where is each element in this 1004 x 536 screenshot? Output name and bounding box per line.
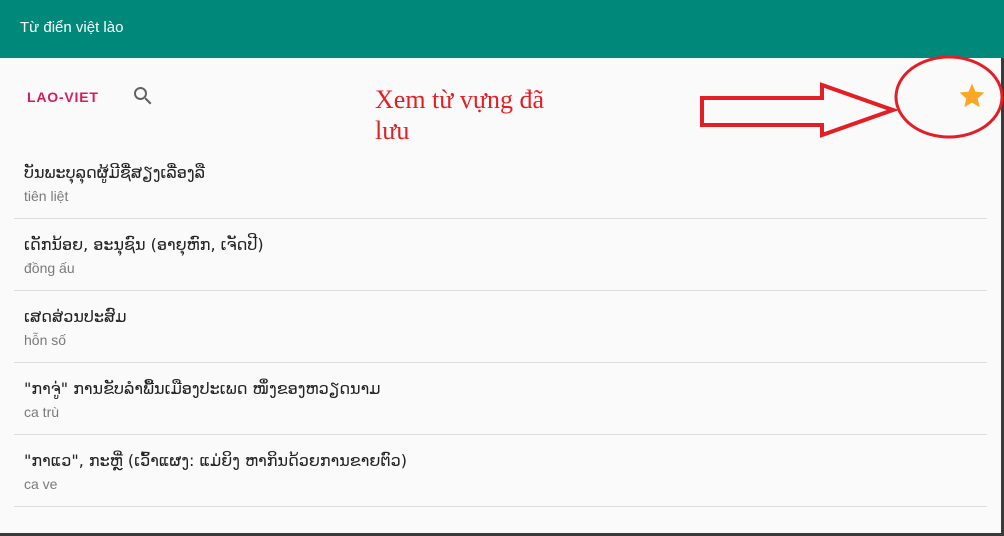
entry-meaning: ca trù [24,404,60,420]
entry-word: "ກາຈູ່" ການຂັບລຳພື້ນເມືອງປະເພດ ໜຶ່ງຂອງຫວ… [24,379,381,398]
entry-meaning: tiên liệt [24,188,69,204]
app-title: Từ điển việt lào [20,19,124,36]
list-item[interactable]: "ກາແວ", ກະຫຼີ່ (ເວົ້າແຜງ: ແມ່ຍິງ ຫາກິນດ້… [14,435,987,507]
entry-word: ເສດສ່ວນປະສົມ [24,307,127,326]
search-icon[interactable] [131,84,155,108]
entry-meaning: hỗn số [24,332,67,348]
list-item[interactable]: ເດັກນ້ອຍ, ອະນຸຊົນ (ອາຍຸຫົກ, ເຈັດປີ) đồng… [14,219,987,291]
entry-meaning: đồng ấu [24,260,75,276]
word-list: ບັນພະບຸລຸດຜູ້ມີຊື່ສຽງເລື່ອງລື tiên liệt … [0,136,1001,507]
entry-word: ເດັກນ້ອຍ, ອະນຸຊົນ (ອາຍຸຫົກ, ເຈັດປີ) [24,235,264,254]
language-direction-toggle[interactable]: LAO-VIET [27,87,99,107]
entry-word: ບັນພະບຸລຸດຜູ້ມີຊື່ສຽງເລື່ອງລື [24,163,206,182]
entry-word: "ກາແວ", ກະຫຼີ່ (ເວົ້າແຜງ: ແມ່ຍິງ ຫາກິນດ້… [24,451,407,470]
list-item[interactable]: ບັນພະບຸລຸດຜູ້ມີຊື່ສຽງເລື່ອງລື tiên liệt [14,147,987,219]
list-item[interactable]: ເສດສ່ວນປະສົມ hỗn số [14,291,987,363]
entry-meaning: ca ve [24,476,58,492]
star-icon[interactable] [957,81,987,111]
app-bar: Từ điển việt lào [0,0,1004,58]
annotation-text: Xem từ vựng đã lưu [375,85,544,145]
list-item[interactable]: "ກາຈູ່" ການຂັບລຳພື້ນເມືອງປະເພດ ໜຶ່ງຂອງຫວ… [14,363,987,435]
